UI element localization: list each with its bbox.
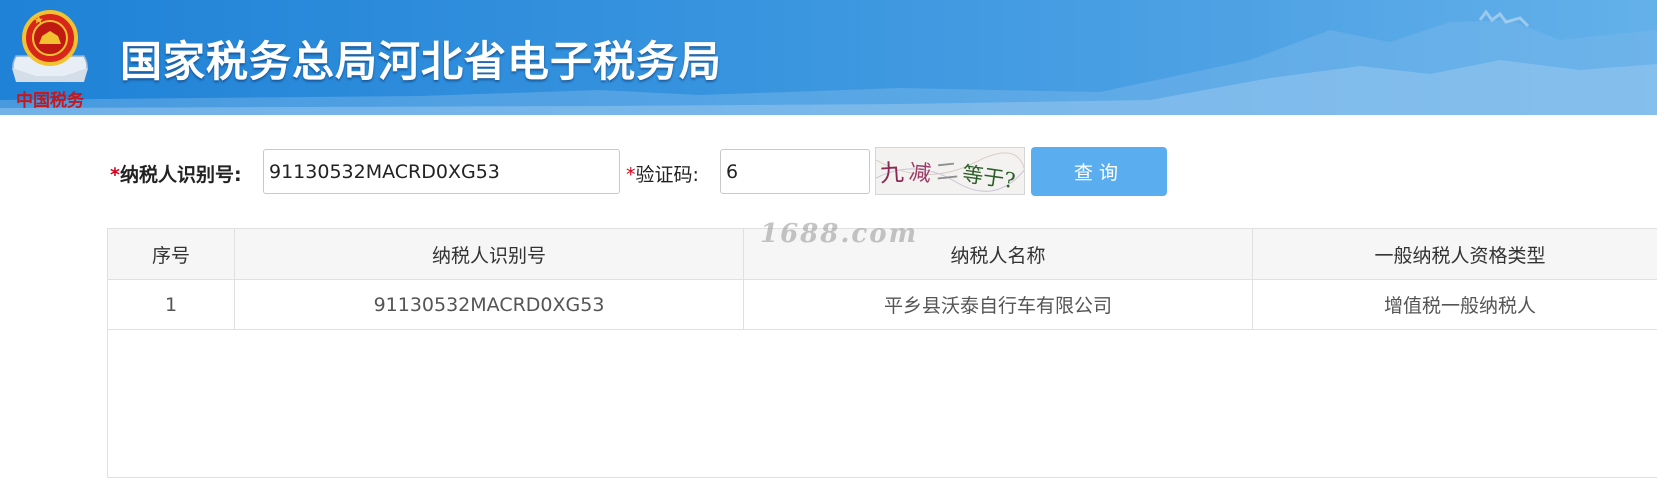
site-title: 国家税务总局河北省电子税务局 bbox=[120, 28, 722, 89]
column-header-index: 序号 bbox=[108, 229, 235, 280]
cell-taxpayer-name: 平乡县沃泰自行车有限公司 bbox=[744, 280, 1253, 330]
taxpayer-id-input[interactable] bbox=[263, 149, 620, 194]
captcha-input[interactable] bbox=[720, 149, 870, 194]
column-header-qualification-type: 一般纳税人资格类型 bbox=[1253, 229, 1657, 280]
required-mark: * bbox=[626, 164, 636, 186]
table-empty-area bbox=[108, 330, 1657, 478]
captcha-char-2: 减 bbox=[908, 160, 933, 187]
taxpayer-id-label: *纳税人识别号: bbox=[110, 160, 242, 187]
header-banner: 中国税务 国家税务总局河北省电子税务局 bbox=[0, 0, 1657, 115]
column-header-taxpayer-name: 纳税人名称 bbox=[744, 229, 1253, 280]
taxpayer-id-label-text: 纳税人识别号: bbox=[120, 164, 242, 186]
column-header-taxpayer-id: 纳税人识别号 bbox=[235, 229, 744, 280]
captcha-label: *验证码: bbox=[626, 160, 699, 187]
required-mark: * bbox=[110, 164, 120, 186]
table-header-row: 序号 纳税人识别号 纳税人名称 一般纳税人资格类型 bbox=[108, 229, 1657, 280]
table-row: 1 91130532MACRD0XG53 平乡县沃泰自行车有限公司 增值税一般纳… bbox=[108, 280, 1657, 330]
cell-index: 1 bbox=[108, 280, 235, 330]
captcha-drawing: 九 减 二 等于? bbox=[876, 148, 1025, 195]
tax-emblem-icon: 中国税务 bbox=[6, 4, 94, 112]
captcha-image[interactable]: 九 减 二 等于? bbox=[875, 147, 1025, 195]
results-table: 序号 纳税人识别号 纳税人名称 一般纳税人资格类型 1 91130532MACR… bbox=[107, 228, 1657, 478]
captcha-label-text: 验证码: bbox=[636, 164, 699, 186]
captcha-char-1: 九 bbox=[879, 158, 905, 188]
query-button[interactable]: 查询 bbox=[1031, 147, 1167, 196]
cell-qualification-type: 增值税一般纳税人 bbox=[1253, 280, 1657, 330]
emblem-caption: 中国税务 bbox=[16, 90, 85, 111]
captcha-char-3: 二 bbox=[935, 159, 960, 186]
cell-taxpayer-id: 91130532MACRD0XG53 bbox=[235, 280, 744, 330]
